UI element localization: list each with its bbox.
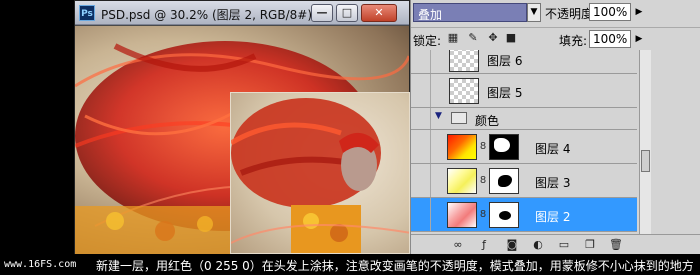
group-expand-icon[interactable]: ▼	[435, 111, 442, 121]
visibility-toggle[interactable]	[411, 50, 431, 73]
layer-name: 图层 6	[487, 54, 523, 68]
layer-style-icon[interactable]: ƒ	[477, 238, 491, 252]
visibility-toggle[interactable]	[411, 108, 431, 129]
trash-icon[interactable]: 🗑	[609, 238, 623, 252]
document-titlebar[interactable]: Ps PSD.psd @ 30.2% (图层 2, RGB/8#) * — □ …	[75, 1, 409, 25]
opacity-arrow-icon[interactable]: ▶	[633, 3, 645, 21]
lock-transparency-icon[interactable]: ▦	[447, 32, 459, 44]
layer-mask-thumbnail[interactable]	[489, 134, 519, 160]
fill-label: 填充:	[559, 34, 588, 48]
scrollbar-thumb[interactable]	[641, 150, 650, 172]
minimize-button[interactable]: —	[311, 4, 333, 22]
layer-group-color[interactable]: ▼ 颜色	[411, 108, 637, 130]
tutorial-caption: 新建一层，用红色（0 255 0）在头发上涂抹，注意改变画笔的不透明度，模式叠加…	[96, 259, 694, 273]
add-mask-icon[interactable]: ◙	[505, 238, 519, 252]
site-watermark: www.16FS.com	[4, 259, 77, 270]
layers-scrollbar[interactable]	[639, 50, 651, 234]
visibility-toggle[interactable]	[411, 130, 431, 163]
link-layers-icon[interactable]: ∞	[451, 238, 465, 252]
fill-arrow-icon[interactable]: ▶	[633, 30, 645, 48]
link-icon[interactable]: 8	[479, 202, 487, 228]
photoshop-logo-icon: Ps	[79, 5, 95, 21]
lock-label: 锁定:	[413, 34, 442, 48]
lock-position-icon[interactable]: ✥	[487, 32, 499, 44]
opacity-field[interactable]: 100%	[589, 3, 631, 21]
visibility-toggle[interactable]	[411, 74, 431, 107]
new-group-icon[interactable]: ▭	[557, 238, 571, 252]
layer-name: 图层 5	[487, 86, 523, 100]
close-button[interactable]: ✕	[361, 4, 397, 22]
layer-name: 颜色	[475, 114, 500, 128]
chevron-down-icon[interactable]: ▼	[527, 3, 541, 22]
layer-row-2[interactable]: 8 图层 2	[411, 198, 637, 232]
visibility-toggle[interactable]	[411, 198, 431, 231]
lock-all-icon[interactable]: ■	[505, 32, 517, 44]
link-icon[interactable]: 8	[479, 134, 487, 160]
visibility-toggle[interactable]	[411, 164, 431, 197]
layer-row-6[interactable]: 图层 6	[411, 50, 637, 74]
caption-strip: www.16FS.com 新建一层，用红色（0 255 0）在头发上涂抹，注意改…	[0, 254, 700, 275]
fill-field[interactable]: 100%	[589, 30, 631, 48]
layer-mask-thumbnail[interactable]	[489, 202, 519, 228]
layer-thumbnail	[449, 78, 479, 104]
layer-name: 图层 3	[535, 176, 571, 190]
layer-row-3[interactable]: 8 图层 3	[411, 164, 637, 198]
adjustment-layer-icon[interactable]: ◐	[531, 238, 545, 252]
maximize-button[interactable]: □	[336, 4, 358, 22]
blend-mode-value: 叠加	[418, 8, 443, 22]
layer-thumbnail	[449, 50, 479, 72]
lock-row: 锁定: ▦ ✎ ✥ ■ 填充: 100% ▶	[411, 27, 700, 49]
layer-mask-thumbnail[interactable]	[489, 168, 519, 194]
document-title: PSD.psd @ 30.2% (图层 2, RGB/8#) *	[101, 8, 322, 22]
new-layer-icon[interactable]: ❐	[583, 238, 597, 252]
before-image-inset	[230, 92, 410, 254]
layer-thumbnail	[447, 202, 477, 228]
layer-name: 图层 4	[535, 142, 571, 156]
blend-mode-select[interactable]: 叠加	[413, 3, 527, 22]
layer-name: 图层 2	[535, 210, 571, 224]
layer-list: 图层 6 图层 5 ▼ 颜色 8 图层 4 8 图层 3 8 图层 2	[411, 50, 637, 234]
layer-row-4[interactable]: 8 图层 4	[411, 130, 637, 164]
folder-icon	[451, 112, 467, 124]
lock-paint-icon[interactable]: ✎	[467, 32, 479, 44]
link-icon[interactable]: 8	[479, 168, 487, 194]
layers-panel: 叠加 ▼ 不透明度: 100% ▶ 锁定: ▦ ✎ ✥ ■ 填充: 100% ▶…	[410, 0, 700, 254]
layer-thumbnail	[447, 134, 477, 160]
layers-panel-footer: ∞ ƒ ◙ ◐ ▭ ❐ 🗑	[411, 234, 700, 254]
layer-thumbnail	[447, 168, 477, 194]
original-portrait	[231, 98, 409, 253]
layer-row-5[interactable]: 图层 5	[411, 74, 637, 108]
